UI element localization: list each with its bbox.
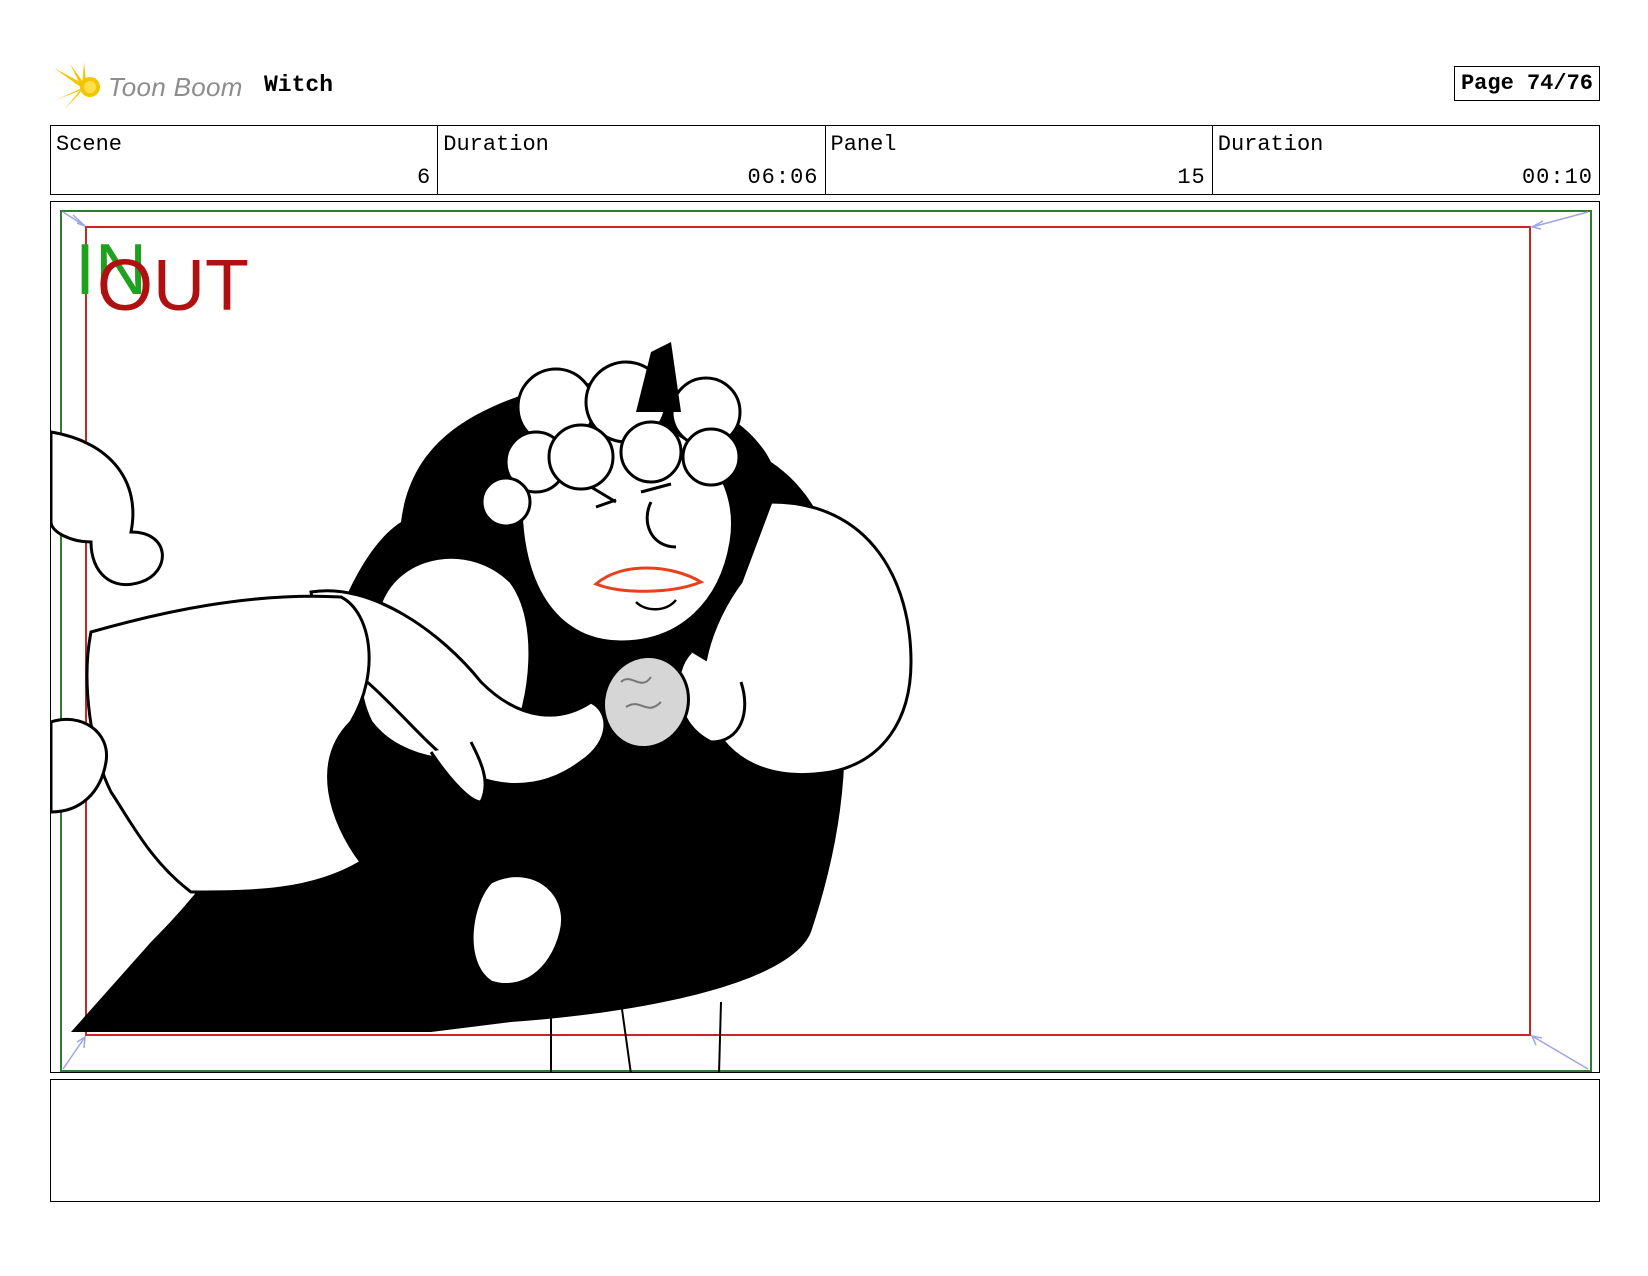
panel-value: 15 [1177,165,1206,190]
left-character-head [51,430,164,587]
scene-cell: Scene 6 [51,126,439,194]
character-drawing [51,342,913,1072]
starburst-icon [52,62,100,110]
scene-duration-cell: Duration 06:06 [438,126,826,194]
scene-duration-label: Duration [443,132,549,157]
scene-info-table: Scene 6 Duration 06:06 Panel 15 Duration… [50,125,1600,195]
toon-boom-logo: Toon Boom [52,60,252,114]
page-header: Toon Boom Witch Page 74/76 [52,56,1600,116]
panel-label: Panel [830,132,897,157]
panel-duration-label: Duration [1217,132,1324,157]
scene-value: 6 [417,165,432,190]
panel-notes-box[interactable] [50,1079,1600,1202]
panel-artwork: IN OUT [51,210,1592,1072]
scene-label: Scene [56,132,123,157]
panel-duration-value: 00:10 [1521,165,1593,190]
panel-cell: Panel 15 [826,126,1213,194]
out-marker: OUT [97,246,249,326]
scene-duration-value: 06:06 [747,165,819,190]
panel-duration-cell: Duration 00:10 [1213,126,1599,194]
project-title: Witch [264,72,334,98]
brand-name: Toon Boom [108,72,243,102]
storyboard-panel: IN OUT [50,201,1600,1073]
page-number: Page 74/76 [1453,66,1600,101]
left-character-torso [85,594,371,894]
